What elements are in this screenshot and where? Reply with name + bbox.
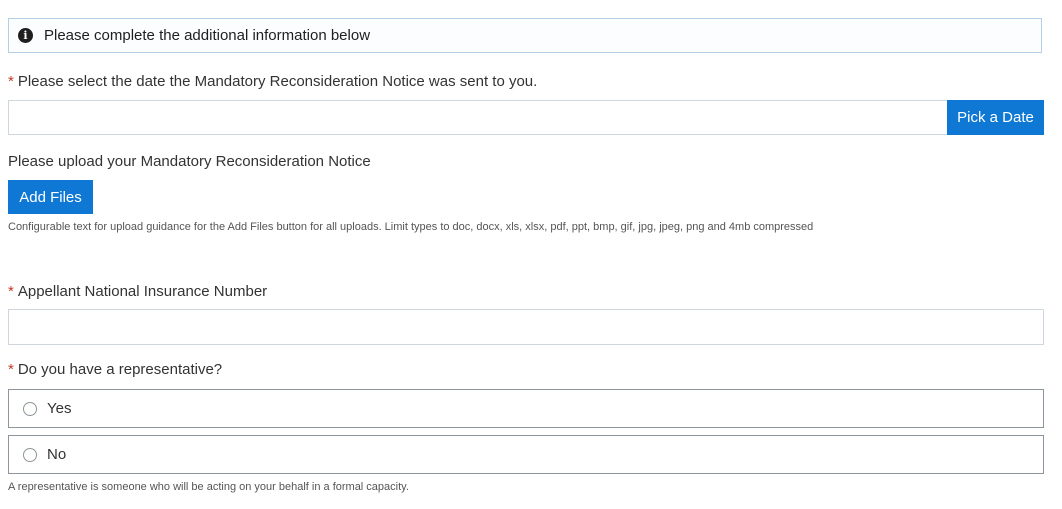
date-field-label-text: Please select the date the Mandatory Rec… <box>17 73 538 90</box>
date-field-label: * Please select the date the Mandatory Re… <box>8 73 537 90</box>
radio-button[interactable] <box>23 401 37 416</box>
representative-label: * Do you have a representative? <box>8 361 222 378</box>
representative-label-text: Do you have a representative? <box>17 361 223 378</box>
upload-guidance-text: Configurable text for upload guidance fo… <box>8 221 814 233</box>
info-icon: i <box>18 28 33 43</box>
nino-field-label-text: Appellant National Insurance Number <box>17 283 268 300</box>
nino-field-label: * Appellant National Insurance Number <box>8 283 267 300</box>
radio-option-label: No <box>47 446 67 463</box>
date-picker: Pick a Date <box>8 100 1044 135</box>
required-marker: * <box>8 361 14 378</box>
add-files-button[interactable]: Add Files <box>8 180 93 214</box>
info-banner: i Please complete the additional informa… <box>8 18 1042 53</box>
info-banner-text: Please complete the additional informati… <box>44 27 371 44</box>
nino-input[interactable] <box>8 309 1044 345</box>
radio-option-no[interactable]: No <box>8 435 1044 474</box>
pick-a-date-button[interactable]: Pick a Date <box>947 100 1044 135</box>
required-marker: * <box>8 283 14 300</box>
required-marker: * <box>8 73 14 90</box>
radio-button[interactable] <box>23 447 37 462</box>
upload-label: Please upload your Mandatory Reconsidera… <box>8 153 371 170</box>
radio-option-yes[interactable]: Yes <box>8 389 1044 428</box>
date-input[interactable] <box>8 100 947 135</box>
radio-option-label: Yes <box>47 400 72 417</box>
representative-hint: A representative is someone who will be … <box>8 481 409 493</box>
